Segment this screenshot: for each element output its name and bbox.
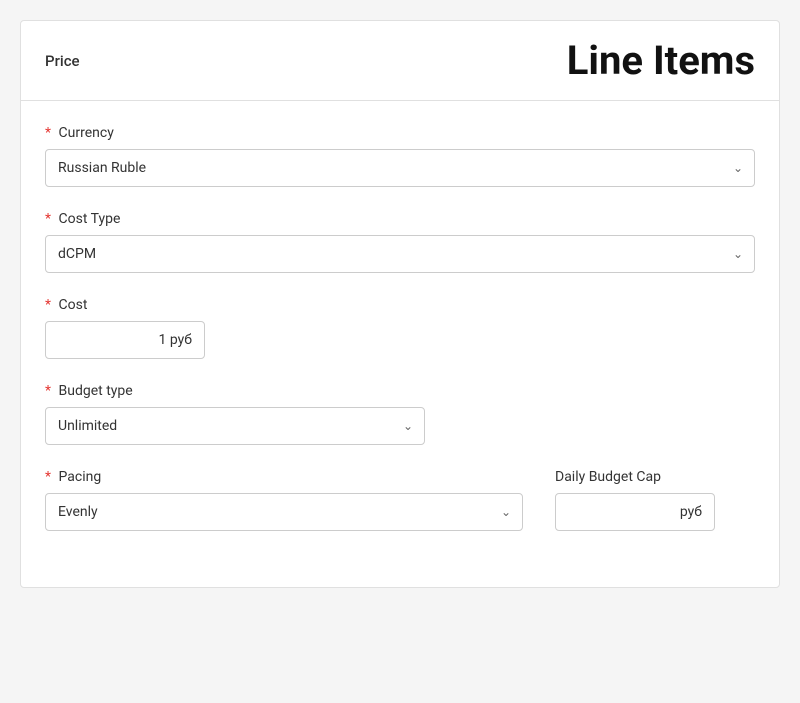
budget-type-required-star: * (45, 383, 51, 399)
pacing-label: * Pacing (45, 469, 523, 485)
pacing-select-wrapper: Evenly ASAP ⌄ (45, 493, 523, 531)
cost-type-group: * Cost Type dCPM CPM CPC ⌄ (45, 211, 755, 273)
cost-label: * Cost (45, 297, 755, 313)
cost-type-select-wrapper: dCPM CPM CPC ⌄ (45, 235, 755, 273)
cost-input[interactable] (45, 321, 205, 359)
line-items-title: Line Items (567, 37, 755, 84)
form-body: * Currency Russian Ruble US Dollar Euro … (21, 101, 779, 587)
cost-type-select[interactable]: dCPM CPM CPC (45, 235, 755, 273)
pacing-required-star: * (45, 469, 51, 485)
cost-type-required-star: * (45, 211, 51, 227)
budget-type-label: * Budget type (45, 383, 755, 399)
pacing-select[interactable]: Evenly ASAP (45, 493, 523, 531)
price-label: Price (45, 52, 80, 70)
daily-budget-cap-input[interactable] (555, 493, 715, 531)
cost-type-label: * Cost Type (45, 211, 755, 227)
page-container: Price Line Items * Currency Russian Rubl… (20, 20, 780, 588)
budget-type-select[interactable]: Unlimited Daily Total (45, 407, 425, 445)
currency-label: * Currency (45, 125, 755, 141)
cost-required-star: * (45, 297, 51, 313)
pacing-budget-row: * Pacing Evenly ASAP ⌄ Daily Budget Cap (45, 469, 755, 555)
currency-select[interactable]: Russian Ruble US Dollar Euro (45, 149, 755, 187)
page-header: Price Line Items (21, 21, 779, 101)
budget-type-select-wrapper: Unlimited Daily Total ⌄ (45, 407, 425, 445)
currency-required-star: * (45, 125, 51, 141)
daily-budget-cap-label: Daily Budget Cap (555, 469, 755, 485)
pacing-group: * Pacing Evenly ASAP ⌄ (45, 469, 523, 531)
daily-budget-cap-group: Daily Budget Cap (555, 469, 755, 531)
cost-group: * Cost (45, 297, 755, 359)
currency-select-wrapper: Russian Ruble US Dollar Euro ⌄ (45, 149, 755, 187)
currency-group: * Currency Russian Ruble US Dollar Euro … (45, 125, 755, 187)
budget-type-group: * Budget type Unlimited Daily Total ⌄ (45, 383, 755, 445)
